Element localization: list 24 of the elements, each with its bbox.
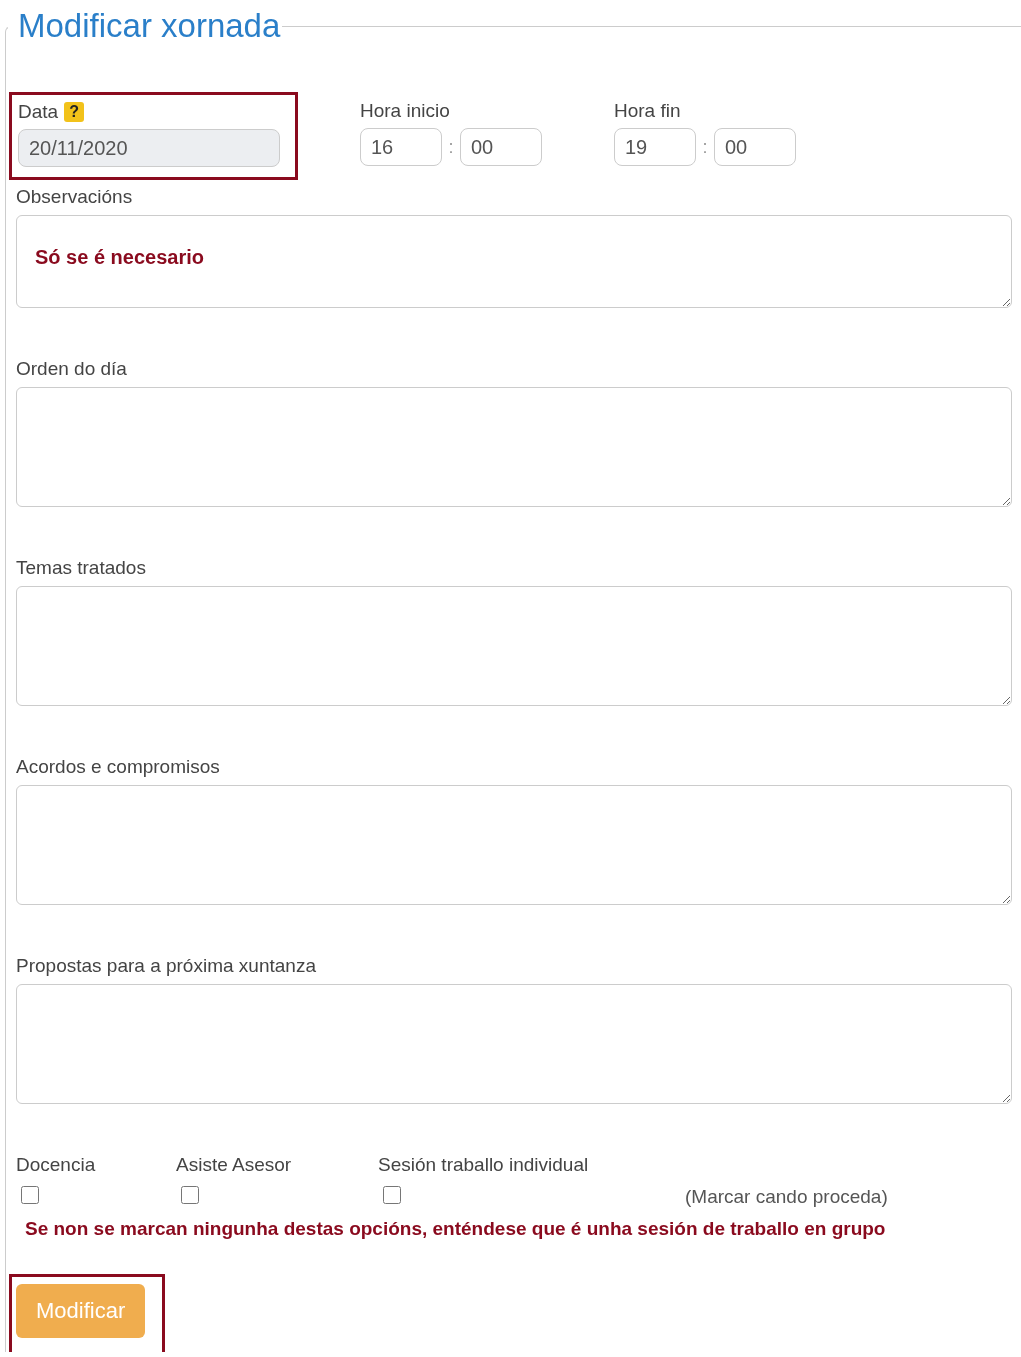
- minute-field[interactable]: 00: [460, 128, 542, 166]
- time-separator: :: [701, 136, 709, 158]
- hint-text: (Marcar cando proceda): [685, 1186, 888, 1208]
- warning-text: Se non se marcan ningunha destas opcións, enténdese que é unha sesión de traballo en grupo: [25, 1218, 887, 1240]
- field-label: Observacións: [16, 186, 133, 208]
- field-label: Hora inicio: [360, 100, 450, 122]
- checkbox[interactable]: [383, 1186, 401, 1204]
- minute-field[interactable]: 00: [714, 128, 796, 166]
- checkbox-label: Docencia: [16, 1154, 96, 1176]
- hour-field[interactable]: 19: [614, 128, 696, 166]
- field-label: Acordos e compromisos: [16, 756, 220, 778]
- field-label: Hora fin: [614, 100, 681, 122]
- text-area[interactable]: Só se é necesario: [16, 215, 1012, 308]
- field-label: Data: [18, 101, 59, 123]
- hour-field[interactable]: 16: [360, 128, 442, 166]
- form-title: Modificar xornada: [17, 6, 282, 46]
- checkbox[interactable]: [181, 1186, 199, 1204]
- checkbox[interactable]: [21, 1186, 39, 1204]
- checkbox-label: Sesión traballo individual: [378, 1154, 589, 1176]
- field-label: Orden do día: [16, 358, 127, 380]
- field-label: Temas tratados: [16, 557, 146, 579]
- checkbox-label: Asiste Asesor: [176, 1154, 292, 1176]
- field-label: Propostas para a próxima xuntanza: [16, 955, 316, 977]
- time-separator: :: [447, 136, 455, 158]
